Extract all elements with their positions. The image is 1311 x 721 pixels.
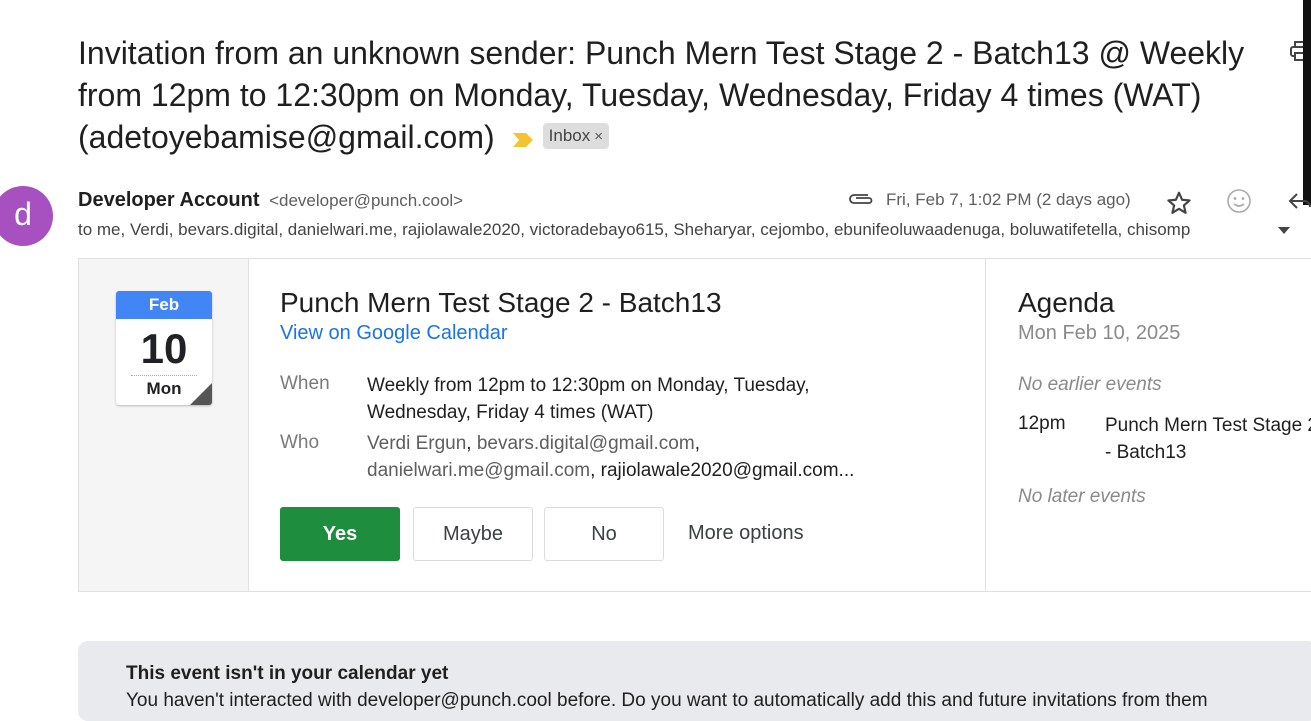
guest-email[interactable]: bevars.digital@gmail.com xyxy=(477,433,695,454)
agenda-title: Agenda xyxy=(1018,287,1115,318)
sender-line: Developer Account <developer@punch.cool> xyxy=(78,189,463,212)
guest-list: Verdi Ergun, bevars.digital@gmail.com, d… xyxy=(367,433,855,481)
page-fold-icon xyxy=(190,383,212,405)
avatar[interactable]: d xyxy=(0,186,53,246)
reply-icon[interactable] xyxy=(1287,190,1311,212)
agenda-event-title[interactable]: Punch Mern Test Stage 2 - Batch13 xyxy=(1105,412,1311,466)
email-subject: Invitation from an unknown sender: Punch… xyxy=(78,32,1278,158)
calendar-invite-card: Feb 10 Mon Punch Mern Test Stage 2 - Bat… xyxy=(78,258,1311,592)
agenda-event-time: 12pm xyxy=(1018,413,1066,434)
when-label: When xyxy=(280,373,330,394)
sender-name[interactable]: Developer Account xyxy=(78,189,260,211)
guest-name[interactable]: Verdi Ergun xyxy=(367,433,466,454)
view-on-google-calendar-link[interactable]: View on Google Calendar xyxy=(280,322,508,345)
calendar-notice-box: This event isn't in your calendar yet Yo… xyxy=(78,641,1311,721)
guest-email[interactable]: rajiolawale2020@gmail.com... xyxy=(601,460,855,481)
guest-email[interactable]: danielwari.me@gmail.com xyxy=(367,460,590,481)
rsvp-maybe-button[interactable]: Maybe xyxy=(413,507,533,561)
remove-label-icon[interactable]: × xyxy=(594,128,603,145)
agenda-date: Mon Feb 10, 2025 xyxy=(1018,322,1181,344)
event-title: Punch Mern Test Stage 2 - Batch13 xyxy=(280,287,722,318)
notice-title: This event isn't in your calendar yet xyxy=(126,663,449,684)
email-date: Fri, Feb 7, 1:02 PM (2 days ago) xyxy=(886,190,1131,209)
subject-text: Invitation from an unknown sender: Punch… xyxy=(78,35,1245,155)
calendar-date-pane: Feb 10 Mon xyxy=(79,259,249,591)
inbox-label-text: Inbox xyxy=(548,125,591,145)
attachment-icon xyxy=(849,194,873,204)
no-earlier-events: No earlier events xyxy=(1018,374,1162,395)
window-edge xyxy=(1303,0,1311,205)
emoji-reaction-icon[interactable] xyxy=(1226,188,1252,214)
inbox-label-chip[interactable]: Inbox × xyxy=(542,122,609,149)
recipients-line: to me, Verdi, bevars.digital, danielwari… xyxy=(78,220,1191,239)
sender-email: <developer@punch.cool> xyxy=(269,191,464,210)
no-later-events: No later events xyxy=(1018,486,1146,507)
calendar-day: 10 xyxy=(140,325,188,372)
calendar-month: Feb xyxy=(116,291,212,319)
star-icon[interactable] xyxy=(1166,190,1192,216)
important-marker-icon[interactable] xyxy=(512,132,533,147)
more-options-link[interactable]: More options xyxy=(688,522,804,545)
rsvp-yes-button[interactable]: Yes xyxy=(280,507,400,561)
recipients-dropdown-icon[interactable] xyxy=(1278,227,1290,235)
agenda-pane: Agenda Mon Feb 10, 2025 No earlier event… xyxy=(985,259,1311,591)
notice-body: You haven't interacted with developer@pu… xyxy=(126,690,1208,711)
when-value: Weekly from 12pm to 12:30pm on Monday, T… xyxy=(367,375,810,423)
calendar-date-icon: Feb 10 Mon xyxy=(116,291,212,405)
rsvp-no-button[interactable]: No xyxy=(544,507,664,561)
who-label: Who xyxy=(280,432,320,453)
